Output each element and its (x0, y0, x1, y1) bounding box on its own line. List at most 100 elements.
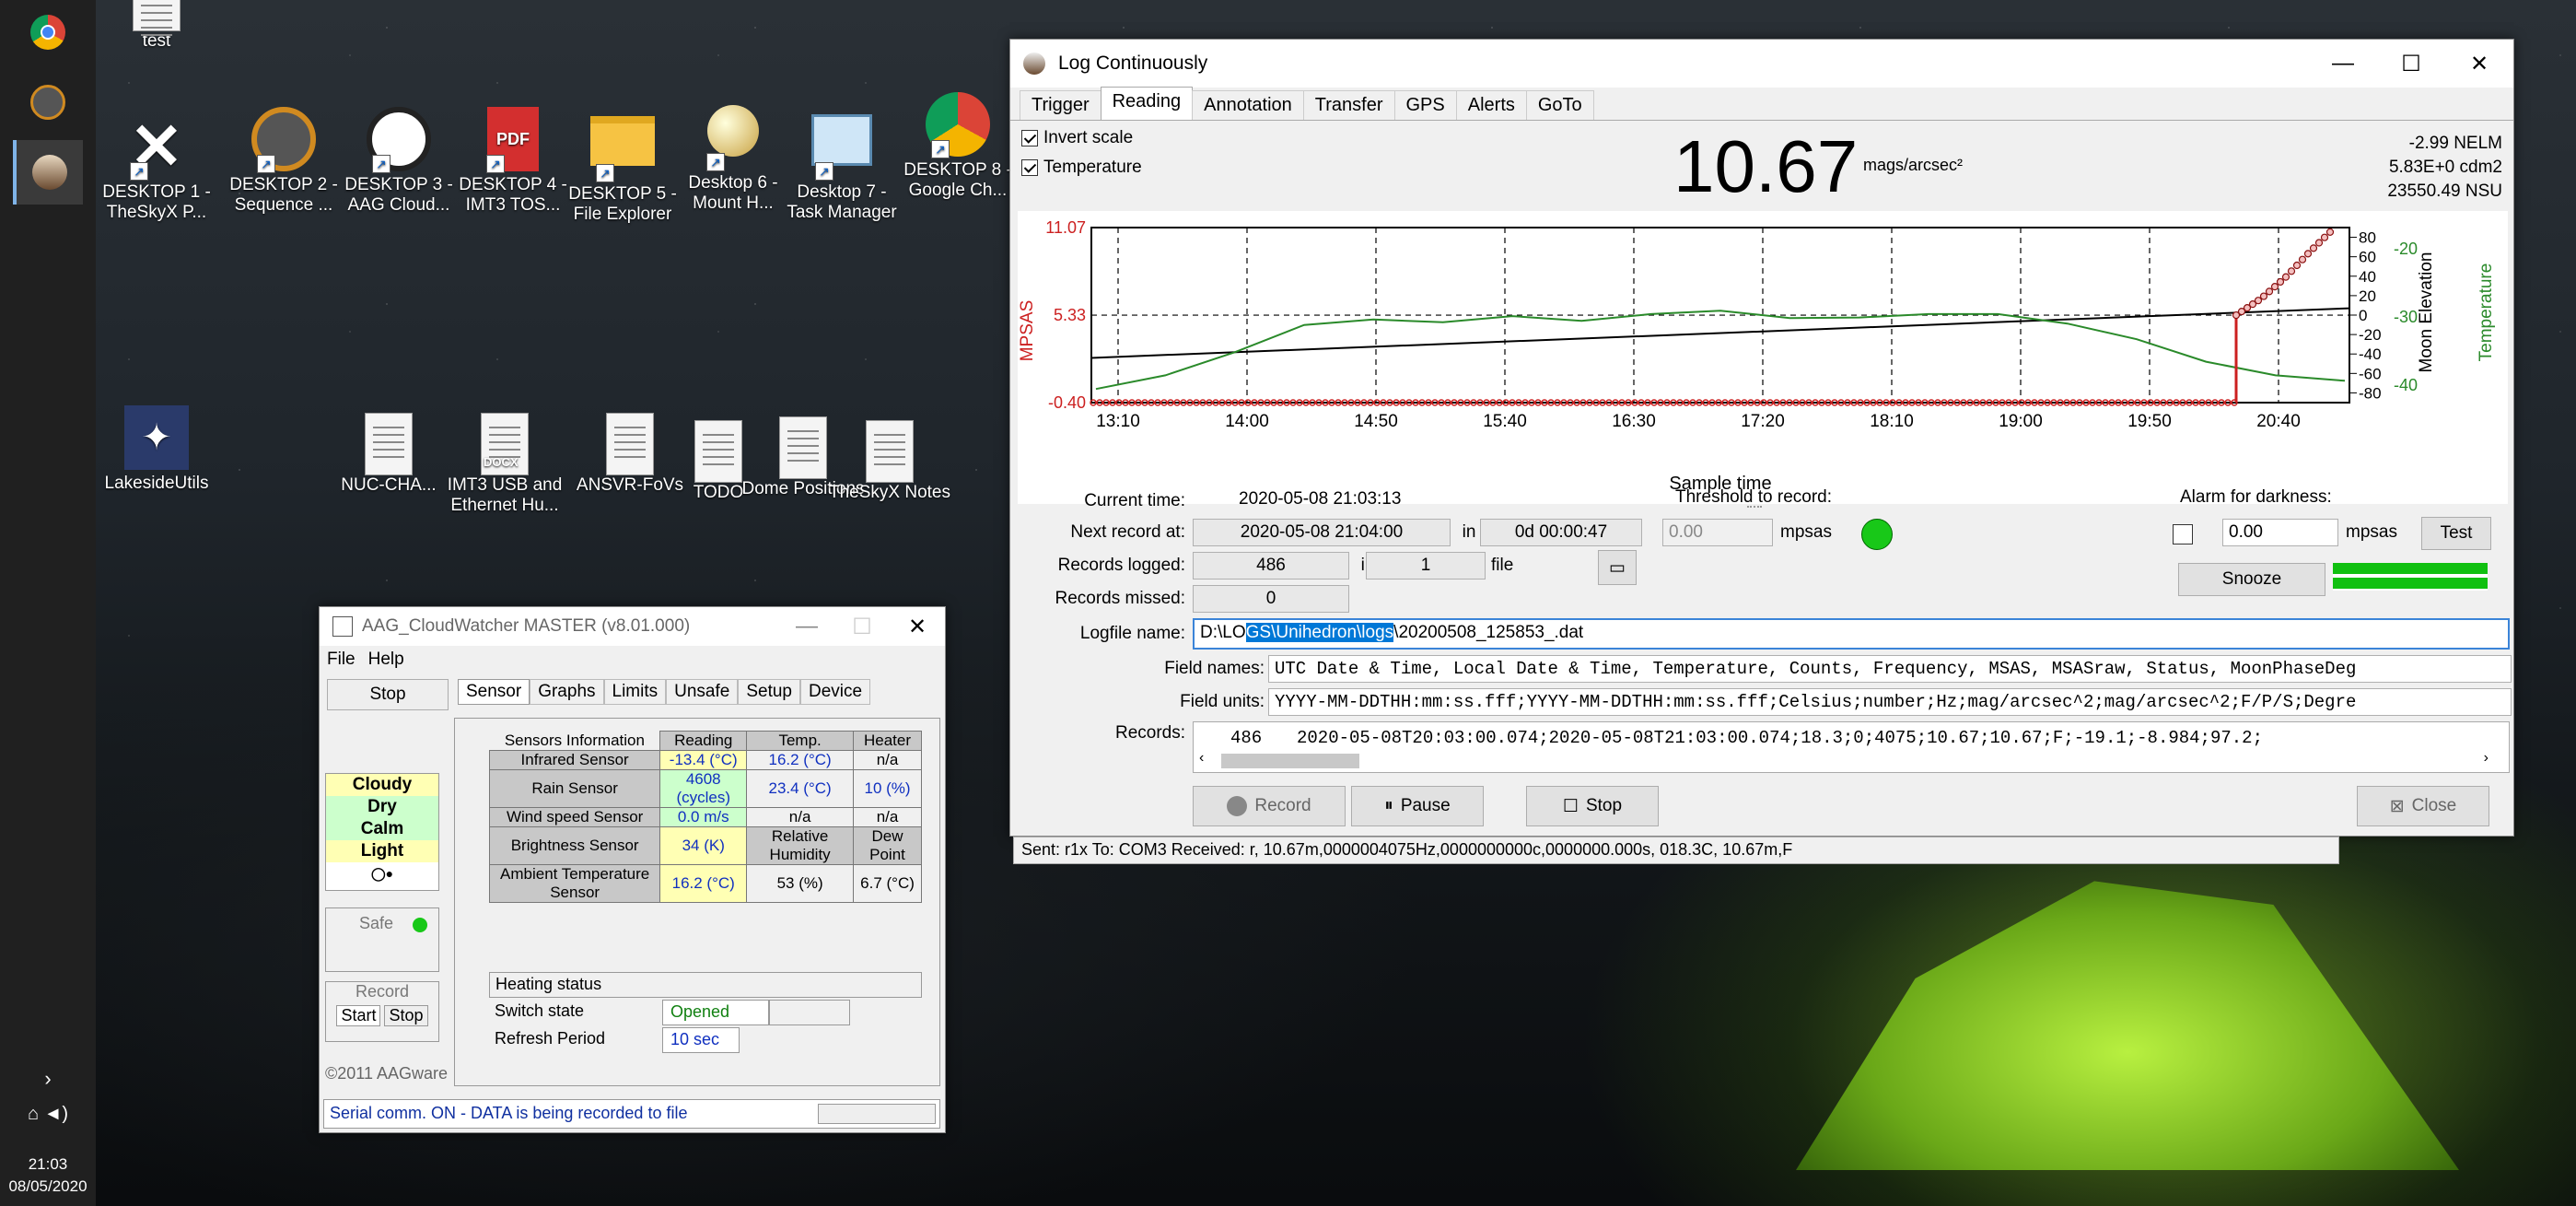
document-icon (365, 413, 413, 475)
tab-graphs[interactable]: Graphs (530, 679, 604, 705)
temperature-checkbox[interactable]: Temperature (1021, 158, 1142, 178)
close-window-button[interactable]: ✕ (2445, 40, 2513, 88)
close-icon: ⊠ (2389, 796, 2405, 816)
tab-unsafe[interactable]: Unsafe (666, 679, 739, 705)
desktop-icon-lakeside[interactable]: ✦ LakesideUtils (92, 405, 221, 494)
stop-button[interactable]: ☐ Stop (1526, 786, 1659, 826)
threshold-label: Threshold to record: (1675, 487, 1833, 507)
desktop-icon-aag[interactable]: ↗ DESKTOP 3 - AAG Cloud... (334, 107, 463, 216)
minimize-button[interactable]: — (779, 607, 834, 646)
test-button[interactable]: Test (2421, 517, 2491, 550)
mpsas-point (2287, 267, 2296, 275)
field-names-input[interactable]: UTC Date & Time, Local Date & Time, Temp… (1268, 655, 2512, 683)
tab-sensor[interactable]: Sensor (458, 679, 530, 705)
copyright: ©2011 AAGware (325, 1064, 449, 1083)
threshold-indicator (1861, 519, 1893, 550)
planet-icon: ↗ (701, 105, 765, 171)
desktop-icon-taskmgr[interactable]: ↗ Desktop 7 - Task Manager (777, 107, 906, 223)
x-tick-label: 13:10 (1096, 412, 1140, 431)
network-volume-icon[interactable]: ⌂ ◄) (0, 1104, 96, 1125)
maximize-button[interactable]: ☐ (834, 607, 890, 646)
task-manager-icon: ↗ (810, 114, 874, 181)
x-tick-label: 19:00 (1999, 412, 2043, 431)
status-bar: Sent: r1x To: COM3 Received: r, 10.67m,0… (1013, 837, 2339, 864)
tab-trigger[interactable]: Trigger (1020, 90, 1102, 120)
desktop-icon-theskyx-notes[interactable]: TheSkyX Notes (825, 420, 954, 503)
document-icon (133, 0, 181, 38)
cdm2-value: 5.83E+0 cdm2 (2388, 158, 2502, 177)
reading-value: 10.67 (1673, 125, 1859, 207)
scroll-right-icon[interactable]: › (2484, 750, 2489, 767)
x-tick-label: 14:50 (1354, 412, 1398, 431)
record-panel: Record Start Stop (325, 981, 439, 1042)
menu-help[interactable]: Help (368, 650, 404, 669)
records-logged-label: Records logged: (1057, 556, 1185, 575)
snooze-button[interactable]: Snooze (2178, 563, 2325, 596)
tab-transfer[interactable]: Transfer (1302, 90, 1395, 120)
record-stop-button[interactable]: Stop (384, 1005, 428, 1026)
y-left-tick-label: 11.07 (1045, 218, 1086, 237)
chrome-taskbar-icon[interactable] (13, 0, 83, 64)
tab-annotation[interactable]: Annotation (1192, 90, 1304, 120)
header-heater: Heater (853, 731, 922, 751)
files-field: 1 (1366, 552, 1486, 580)
alarm-checkbox[interactable] (2173, 524, 2193, 544)
logfile-input[interactable]: D:\LOGS\Unihedron\logs\20200508_125853_.… (1193, 618, 2510, 650)
mpsas-point (2270, 283, 2279, 291)
mpsas-point (2325, 228, 2335, 236)
tab-device[interactable]: Device (800, 679, 871, 705)
table-row: Rain Sensor 4608 (cycles) 23.4 (°C) 10 (%) (488, 769, 922, 808)
x-tick-label: 20:40 (2256, 412, 2301, 431)
tab-limits[interactable]: Limits (603, 679, 667, 705)
refresh-period-value[interactable]: 10 sec (662, 1027, 740, 1053)
alarm-label: Alarm for darkness: (2180, 487, 2332, 507)
clock-date[interactable]: 08/05/2020 (0, 1177, 96, 1196)
tab-gps[interactable]: GPS (1393, 90, 1457, 120)
sequence-taskbar-icon[interactable] (13, 70, 83, 135)
maximize-button[interactable]: ☐ (2377, 40, 2445, 88)
sequence-icon: ↗ (251, 107, 316, 173)
desktop-icon-theskyx[interactable]: ✕ ↗ DESKTOP 1 - TheSkyX P... (92, 114, 221, 223)
file-label: file (1491, 556, 1514, 575)
tab-alerts[interactable]: Alerts (1455, 90, 1527, 120)
alarm-input[interactable]: 0.00 (2222, 519, 2338, 546)
y-right2-tick-label: -20 (2394, 240, 2418, 258)
desktop-icon-sequence[interactable]: ↗ DESKTOP 2 - Sequence ... (219, 107, 348, 216)
cw-stop-button[interactable]: Stop (327, 679, 449, 710)
desktop-icon-chrome[interactable]: ↗ DESKTOP 8 - Google Ch... (903, 92, 1013, 201)
unihedron-taskbar-icon[interactable] (13, 140, 83, 205)
records-box[interactable]: 486 2020-05-08T20:03:00.074;2020-05-08T2… (1193, 721, 2510, 773)
mpsas-point (2292, 261, 2302, 270)
clock-time[interactable]: 21:03 (0, 1155, 96, 1174)
threshold-input[interactable]: 0.00 (1662, 519, 1773, 546)
desktop-icon-imt3-usb[interactable]: DOCX IMT3 USB and Ethernet Hu... (440, 413, 569, 516)
stop-icon: ☐ (1562, 796, 1579, 816)
desktop-icon-explorer[interactable]: ↗ DESKTOP 5 - File Explorer (558, 107, 687, 225)
minimize-button[interactable]: — (2309, 40, 2377, 88)
scroll-left-icon[interactable]: ‹ (1199, 750, 1204, 767)
record-button[interactable]: Record (1193, 786, 1346, 826)
record-start-button[interactable]: Start (336, 1005, 381, 1026)
tab-setup[interactable]: Setup (738, 679, 800, 705)
log-continuously-window: Log Continuously — ☐ ✕ Trigger Reading A… (1009, 39, 2514, 837)
desktop-icon-nuc[interactable]: NUC-CHA... (324, 413, 453, 496)
desktop-icon-test[interactable]: test (92, 0, 221, 52)
field-names-label: Field names: (1164, 659, 1265, 678)
close-button[interactable]: ⊠ Close (2357, 786, 2489, 826)
show-hidden-icon[interactable]: › (0, 1067, 96, 1091)
menu-file[interactable]: File (327, 650, 356, 669)
horizontal-scrollbar-thumb[interactable] (1221, 754, 1359, 768)
open-folder-button[interactable]: ▭ (1598, 550, 1637, 585)
folder-icon: ↗ (590, 116, 655, 182)
invert-scale-checkbox[interactable]: Invert scale (1021, 128, 1133, 148)
chrome-icon: ↗ (926, 92, 990, 158)
y-right1-tick-label: -40 (2359, 345, 2382, 363)
mpsas-point (2265, 287, 2274, 296)
tab-reading[interactable]: Reading (1100, 87, 1194, 120)
close-window-button[interactable]: ✕ (890, 607, 945, 646)
tent-image (1796, 881, 2459, 1170)
field-units-input[interactable]: YYYY-MM-DDTHH:mm:ss.fff;YYYY-MM-DDTHH:mm… (1268, 688, 2512, 716)
pause-button[interactable]: ⏸ Pause (1351, 786, 1484, 826)
tab-goto[interactable]: GoTo (1525, 90, 1594, 120)
mpsas-point (2320, 233, 2329, 241)
